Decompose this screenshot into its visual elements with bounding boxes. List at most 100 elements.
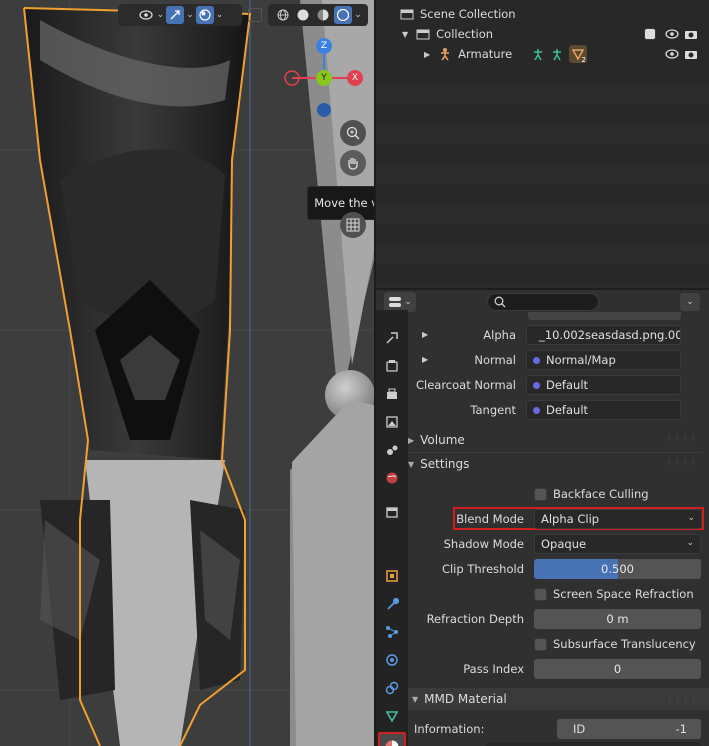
outliner[interactable]: Scene Collection ▼ Collection ▶ Armature…: [376, 0, 709, 288]
refraction-depth-field[interactable]: 0 m: [534, 609, 701, 629]
checkbox-box: [534, 637, 547, 651]
gizmo-icon[interactable]: [166, 6, 185, 24]
tab-material[interactable]: [378, 732, 406, 746]
backface-culling-label: Backface Culling: [553, 487, 649, 501]
shading-modes: ⌄: [268, 4, 368, 26]
modifier-badge[interactable]: 2: [569, 45, 587, 64]
tooltip-text: Move the view: [314, 196, 374, 210]
screen-space-refraction-checkbox[interactable]: Screen Space Refraction: [534, 587, 694, 601]
expand-right-icon[interactable]: ▶: [422, 355, 428, 364]
overlays-icon[interactable]: [195, 6, 214, 24]
pan-button[interactable]: [340, 150, 366, 176]
id-label: ID: [573, 722, 586, 736]
subsurface-translucency-checkbox[interactable]: Subsurface Translucency: [534, 637, 696, 651]
armature-data-icon[interactable]: [550, 47, 564, 61]
particles-icon: [386, 626, 398, 638]
grid-icon: [346, 218, 360, 232]
mmd-material-panel-header[interactable]: ▼ MMD Material ⋮⋮⋮⋮: [408, 688, 703, 710]
alpha-input-field[interactable]: _10.002seasdasd.png.001: [526, 325, 681, 345]
alpha-label: Alpha: [483, 328, 516, 342]
outliner-row-collection[interactable]: ▼ Collection: [376, 24, 709, 44]
chevron-down-icon: ⌄: [404, 297, 412, 307]
physics-icon: [386, 654, 398, 666]
expand-right-icon[interactable]: ▶: [424, 50, 430, 59]
3d-viewport[interactable]: ⌄ ⌄ ⌄ ⌄ Z Y X Move the view: [0, 0, 374, 746]
backface-culling-checkbox[interactable]: Backface Culling: [534, 487, 649, 501]
ortho-toggle-button[interactable]: [340, 212, 366, 238]
solid-shading-icon[interactable]: [294, 6, 312, 24]
gizmo-y-axis[interactable]: Y: [316, 70, 332, 86]
tab-constraints[interactable]: [380, 676, 404, 700]
tab-tool[interactable]: [380, 326, 404, 350]
tab-collection[interactable]: [380, 500, 404, 524]
tab-modifiers[interactable]: [380, 592, 404, 616]
eye-icon[interactable]: [665, 29, 679, 39]
screen-space-refraction-label: Screen Space Refraction: [553, 587, 694, 601]
scene-collection-icon: [400, 9, 414, 20]
tab-physics[interactable]: [380, 648, 404, 672]
clearcoat-normal-label: Clearcoat Normal: [415, 378, 516, 392]
gizmo-y-label: Y: [321, 73, 327, 83]
chevron-down-icon[interactable]: ⌄: [354, 10, 362, 20]
outliner-row-scene-collection[interactable]: Scene Collection: [376, 4, 709, 24]
collection-box-icon: [386, 507, 398, 518]
gizmo-x-label: X: [351, 73, 359, 83]
mesh-data-icon: [385, 711, 399, 723]
camera-icon[interactable]: [684, 28, 698, 40]
tab-object[interactable]: [380, 564, 404, 588]
zoom-button[interactable]: [340, 120, 366, 146]
editor-type-button[interactable]: ⌄: [384, 292, 416, 312]
scrolled-field-top: [528, 312, 681, 320]
tab-output[interactable]: [380, 382, 404, 406]
chevron-down-icon[interactable]: ⌄: [157, 10, 165, 20]
pass-index-field[interactable]: 0: [534, 659, 701, 679]
chevron-down-icon[interactable]: ⌄: [186, 10, 194, 20]
clearcoat-normal-field[interactable]: Default: [526, 375, 681, 395]
hand-icon: [348, 158, 358, 170]
material-shading-icon[interactable]: [314, 6, 332, 24]
chevron-down-icon[interactable]: ⌄: [216, 10, 224, 20]
tab-render[interactable]: [380, 354, 404, 378]
tab-data[interactable]: [380, 704, 404, 728]
blend-mode-label: Blend Mode: [456, 512, 524, 526]
pose-icon[interactable]: [531, 47, 545, 61]
gizmo-z-axis[interactable]: Z: [316, 38, 332, 54]
gizmo-x-axis[interactable]: X: [347, 70, 363, 86]
expand-right-icon: ▶: [408, 435, 415, 445]
xray-icon[interactable]: [248, 8, 262, 22]
render-icon: [386, 360, 398, 372]
rendered-shading-icon[interactable]: [334, 6, 353, 24]
eye-icon[interactable]: [665, 49, 679, 59]
tab-world[interactable]: [380, 466, 404, 490]
tab-scene[interactable]: [380, 438, 404, 462]
clip-threshold-slider[interactable]: 0.500: [534, 559, 701, 579]
tab-view-layer[interactable]: [380, 410, 404, 434]
id-field[interactable]: ID -1: [557, 719, 701, 739]
shadow-mode-dropdown[interactable]: Opaque ⌄: [534, 534, 701, 554]
tangent-value: Default: [546, 403, 589, 417]
outliner-row-armature[interactable]: ▶ Armature 2: [376, 44, 709, 64]
drag-grip-icon[interactable]: ⋮⋮⋮⋮: [665, 435, 698, 445]
collection-icon: [416, 29, 430, 40]
drag-grip-icon[interactable]: ⋮⋮⋮⋮: [665, 694, 698, 704]
options-dropdown[interactable]: ⌄: [680, 293, 700, 311]
tooltip: Move the view: [307, 186, 374, 220]
drag-grip-icon[interactable]: ⋮⋮⋮⋮: [665, 459, 698, 469]
information-label: Information:: [414, 722, 485, 736]
camera-icon[interactable]: [684, 48, 698, 60]
expand-down-icon[interactable]: ▼: [402, 30, 408, 39]
tab-particles[interactable]: [380, 620, 404, 644]
pass-index-value: 0: [613, 662, 622, 676]
search-input[interactable]: [487, 293, 599, 311]
eye-visibility-icon[interactable]: [137, 6, 155, 24]
tangent-field[interactable]: Default: [526, 400, 681, 420]
refraction-depth-value: 0 m: [606, 612, 629, 626]
normal-input-field[interactable]: Normal/Map: [526, 350, 681, 370]
volume-panel-header[interactable]: ▶ Volume ⋮⋮⋮⋮: [408, 429, 703, 451]
blend-mode-dropdown[interactable]: Alpha Clip ⌄: [534, 509, 702, 529]
wireframe-shading-icon[interactable]: [274, 6, 292, 24]
exclude-checkbox[interactable]: [644, 28, 656, 40]
settings-panel-header[interactable]: ▼ Settings ⋮⋮⋮⋮: [408, 453, 703, 475]
expand-right-icon[interactable]: ▶: [422, 330, 428, 339]
modifier-badge-count: 2: [581, 56, 586, 64]
